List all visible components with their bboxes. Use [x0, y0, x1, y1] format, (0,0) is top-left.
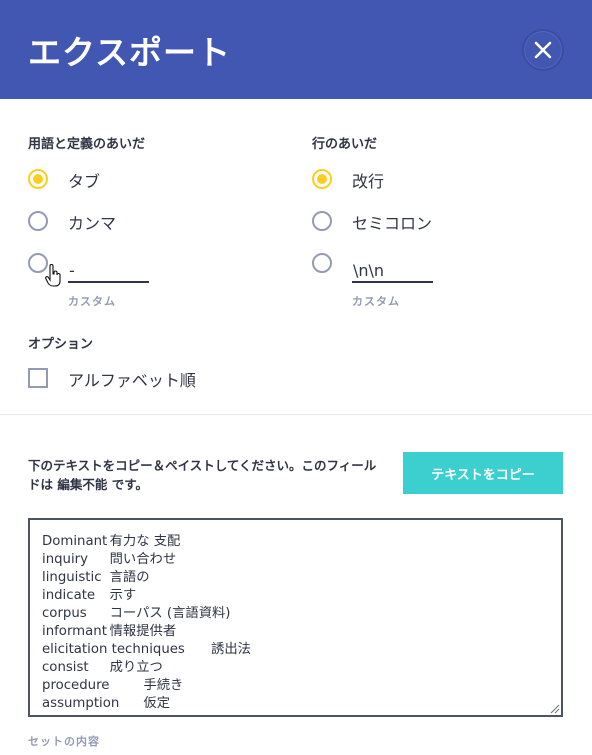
row-custom-input[interactable] — [352, 259, 433, 283]
modal-header: エクスポート — [0, 0, 592, 99]
radio-label: 改行 — [352, 172, 385, 191]
row-custom-caption: カスタム — [352, 295, 400, 308]
divider — [0, 414, 592, 415]
radio-button[interactable] — [312, 253, 332, 273]
radio-button[interactable] — [28, 211, 48, 231]
alphabetical-label: アルファベット順 — [68, 371, 196, 390]
close-button[interactable] — [522, 29, 564, 71]
export-instruction: 下のテキストをコピー＆ペイストしてください。このフィールドは 編集不能 です。 — [28, 458, 377, 492]
radio-button[interactable] — [28, 169, 48, 189]
resize-grip-icon[interactable] — [550, 704, 560, 714]
radio-button[interactable] — [312, 211, 332, 231]
row-separator-label: 行のあいだ — [312, 137, 378, 152]
alphabetical-checkbox[interactable] — [28, 368, 48, 388]
set-contents-caption: セットの内容 — [28, 735, 100, 748]
options-label: オプション — [28, 337, 94, 352]
hand-pointer-icon — [45, 264, 61, 287]
term-custom-caption: カスタム — [68, 295, 116, 308]
copy-text-button[interactable]: テキストをコピー — [403, 452, 563, 494]
export-textarea[interactable]: Dominant 有力な 支配 inquiry 問い合わせ linguistic… — [28, 518, 563, 717]
radio-button[interactable] — [312, 169, 332, 189]
term-custom-input[interactable] — [68, 259, 149, 283]
radio-label: タブ — [68, 172, 101, 191]
term-separator-label: 用語と定義のあいだ — [28, 137, 146, 152]
modal-title: エクスポート — [28, 33, 232, 72]
close-icon — [534, 41, 552, 59]
radio-label: カンマ — [68, 214, 117, 233]
radio-label: セミコロン — [352, 214, 433, 233]
